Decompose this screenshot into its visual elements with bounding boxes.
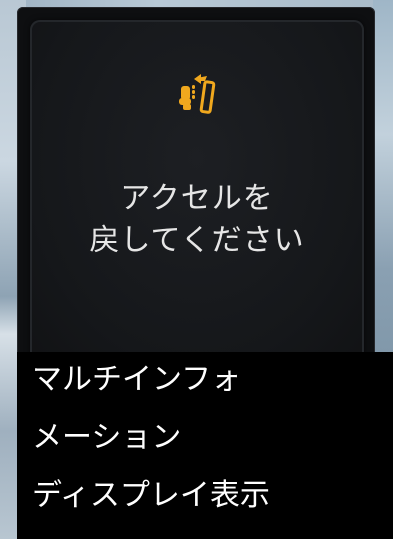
screenshot-stage: アクセルを 戻してください マルチインフォ メーション ディスプレイ表示 (0, 0, 393, 539)
caption-line3: ディスプレイ表示 (32, 478, 270, 513)
caption-line1: マルチインフォ (32, 362, 242, 397)
accelerator-pedal-release-icon (179, 74, 216, 114)
warning-message-line2: 戻してください (89, 223, 305, 258)
warning-message-line1: アクセルを (120, 181, 274, 216)
caption-line2: メーション (32, 420, 182, 455)
warning-message: アクセルを 戻してください (30, 178, 364, 262)
